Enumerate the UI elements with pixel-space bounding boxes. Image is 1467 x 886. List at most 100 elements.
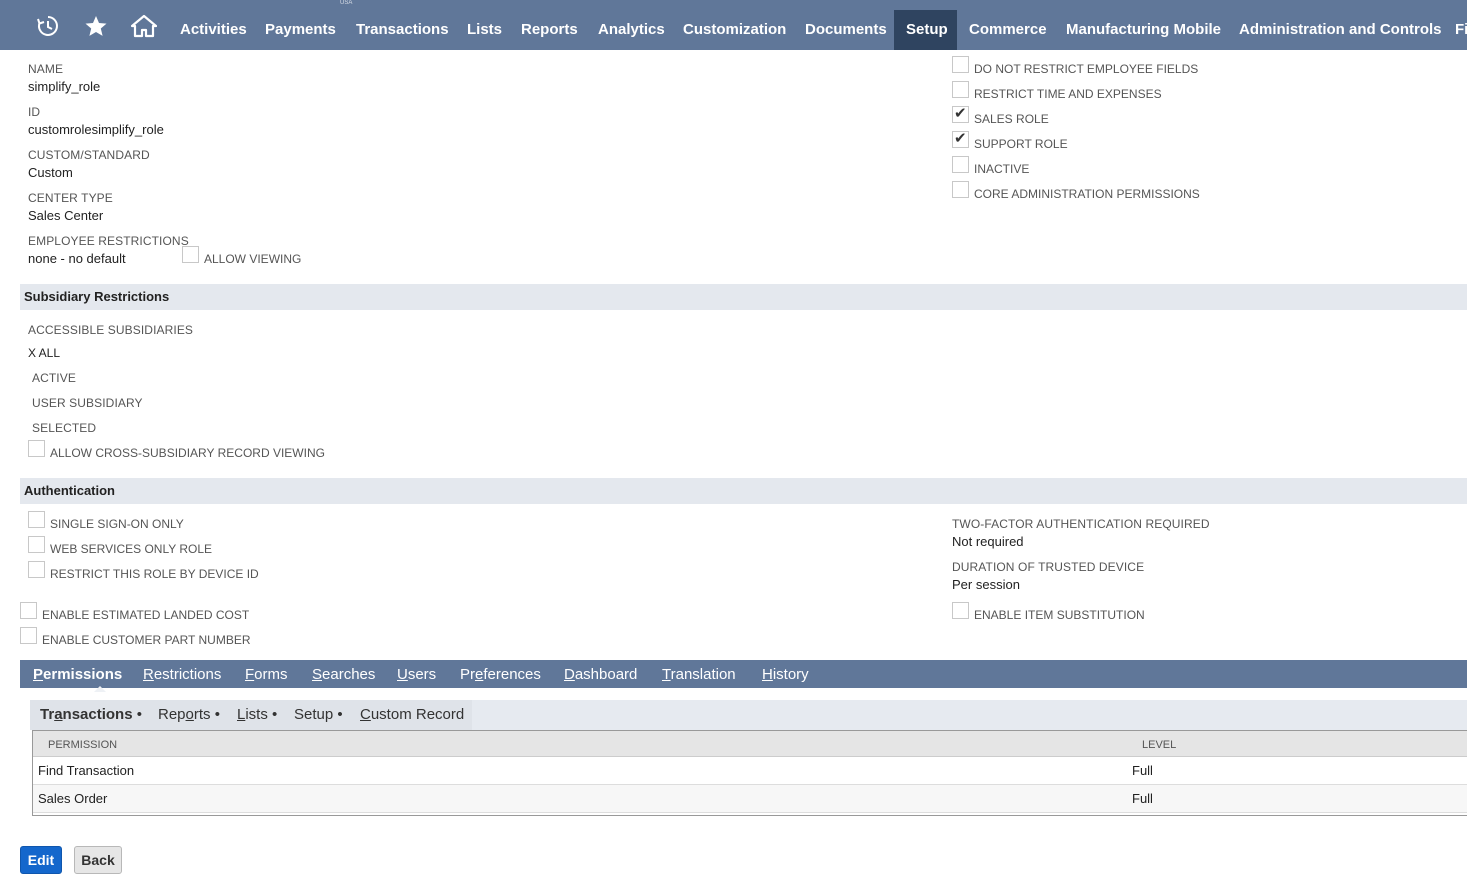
record-tab-bar: Permissions Restrictions Forms Searches … <box>20 660 1467 692</box>
nav-reports[interactable]: Reports <box>509 10 590 50</box>
tab-translation-text: ranslation <box>670 666 736 683</box>
nav-activities[interactable]: Activities <box>168 10 259 50</box>
restrict-time-and-expenses-checkbox[interactable] <box>952 81 969 98</box>
nav-overflow-item[interactable]: Fi <box>1443 10 1467 50</box>
sales-role-label: SALES ROLE <box>974 112 1049 126</box>
tab-permissions-accesskey: P <box>33 666 44 683</box>
permission-cell: Find Transaction <box>38 763 135 778</box>
subtab-reports-prefix: Rep <box>158 706 186 723</box>
subtab-transactions-text: nsactions <box>62 706 133 723</box>
allow-cross-subsidiary-checkbox[interactable] <box>28 440 45 457</box>
edit-button[interactable]: Edit <box>20 846 62 874</box>
active-tab-pointer <box>94 686 106 692</box>
subtab-custom-record-text: ustom Record <box>370 706 465 723</box>
recent-history-icon[interactable] <box>36 14 60 38</box>
tab-permissions-text: ermissions <box>43 666 123 683</box>
two-factor-value: Not required <box>952 534 1024 549</box>
allow-viewing-checkbox[interactable] <box>182 246 199 263</box>
authentication-header: Authentication <box>20 478 1467 504</box>
column-header-permission[interactable]: PERMISSION <box>48 739 117 751</box>
nav-commerce[interactable]: Commerce <box>957 10 1059 50</box>
nav-documents[interactable]: Documents <box>793 10 899 50</box>
nav-payments[interactable]: Payments <box>253 10 348 50</box>
tab-dashboard[interactable]: Dashboard <box>564 660 637 688</box>
subsidiary-option-all[interactable]: X ALL <box>28 346 60 360</box>
subsidiary-option-user-subsidiary[interactable]: USER SUBSIDIARY <box>32 396 143 410</box>
back-button[interactable]: Back <box>74 846 122 874</box>
tab-forms-text: orms <box>254 666 288 683</box>
enable-item-substitution-label: ENABLE ITEM SUBSTITUTION <box>974 608 1145 622</box>
employee-restrictions-value: none - no default <box>28 251 126 266</box>
subtab-reports[interactable]: Reports • <box>158 700 220 730</box>
tab-translation[interactable]: Translation <box>662 660 736 688</box>
support-role-checkbox[interactable] <box>952 129 969 148</box>
subtab-reports-accesskey: o <box>185 706 194 723</box>
subtab-custom-record-accesskey: C <box>360 706 371 723</box>
tab-restrictions-text: estrictions <box>153 666 222 683</box>
tab-users-text: sers <box>407 666 437 683</box>
nav-administration-and-controls[interactable]: Administration and Controls <box>1227 10 1454 50</box>
column-header-level[interactable]: LEVEL <box>1142 739 1176 751</box>
nav-lists[interactable]: Lists <box>455 10 514 50</box>
subtab-group: Transactions • Reports • Lists • Setup •… <box>30 700 472 730</box>
nav-setup[interactable]: Setup <box>894 10 957 50</box>
core-administration-permissions-checkbox[interactable] <box>952 181 969 198</box>
tab-forms-accesskey: F <box>245 666 255 683</box>
subtab-custom-record[interactable]: Custom Record <box>360 700 464 730</box>
table-row[interactable]: Sales Order Full <box>33 785 1467 813</box>
level-cell: Full <box>1132 763 1153 778</box>
web-services-only-role-checkbox[interactable] <box>28 536 45 553</box>
region-label: USA <box>340 0 353 6</box>
permission-cell: Sales Order <box>38 791 108 806</box>
tab-dashboard-accesskey: D <box>564 666 575 683</box>
nav-customization[interactable]: Customization <box>671 10 798 50</box>
permissions-table-header: PERMISSION LEVEL <box>33 731 1467 757</box>
restrict-role-by-device-id-checkbox[interactable] <box>28 561 45 578</box>
sales-role-checkbox[interactable] <box>952 104 969 123</box>
two-factor-label: TWO-FACTOR AUTHENTICATION REQUIRED <box>952 517 1210 531</box>
tab-users[interactable]: Users <box>397 660 436 688</box>
subtab-setup[interactable]: Setup • <box>294 700 343 730</box>
core-administration-permissions-label: CORE ADMINISTRATION PERMISSIONS <box>974 187 1200 201</box>
subtab-lists[interactable]: Lists • <box>237 700 277 730</box>
tab-restrictions[interactable]: Restrictions <box>143 660 221 688</box>
enable-customer-part-number-label: ENABLE CUSTOMER PART NUMBER <box>42 633 251 647</box>
center-type-label: CENTER TYPE <box>28 191 113 205</box>
tab-permissions[interactable]: Permissions <box>33 660 122 688</box>
nav-transactions[interactable]: Transactions <box>344 10 461 50</box>
tab-searches-text: earches <box>322 666 376 683</box>
tab-preferences[interactable]: Preferences <box>460 660 541 688</box>
subsidiary-option-selected[interactable]: SELECTED <box>32 421 96 435</box>
table-row[interactable]: Find Transaction Full <box>33 757 1467 785</box>
subtab-transactions-prefix: Tr <box>40 706 55 723</box>
home-icon[interactable] <box>130 14 158 38</box>
name-value: simplify_role <box>28 79 101 94</box>
tab-searches[interactable]: Searches <box>312 660 375 688</box>
allow-viewing-label: ALLOW VIEWING <box>204 252 302 266</box>
enable-estimated-landed-cost-checkbox[interactable] <box>20 602 37 619</box>
inactive-checkbox[interactable] <box>952 156 969 173</box>
trusted-device-value: Per session <box>952 577 1020 592</box>
single-sign-on-only-checkbox[interactable] <box>28 511 45 528</box>
level-cell: Full <box>1132 791 1153 806</box>
subsidiary-option-active[interactable]: ACTIVE <box>32 371 76 385</box>
enable-item-substitution-checkbox[interactable] <box>952 602 969 619</box>
trusted-device-label: DURATION OF TRUSTED DEVICE <box>952 560 1145 574</box>
inactive-label: INACTIVE <box>974 162 1030 176</box>
star-icon[interactable] <box>84 14 108 38</box>
subtab-lists-bullet: • <box>272 706 278 723</box>
enable-customer-part-number-checkbox[interactable] <box>20 627 37 644</box>
support-role-label: SUPPORT ROLE <box>974 137 1068 151</box>
nav-manufacturing-mobile[interactable]: Manufacturing Mobile <box>1054 10 1233 50</box>
subtab-reports-text: rts <box>193 706 211 723</box>
tab-forms[interactable]: Forms <box>245 660 288 688</box>
nav-analytics[interactable]: Analytics <box>586 10 677 50</box>
tab-preferences-prefix: Pr <box>460 666 475 683</box>
do-not-restrict-employee-fields-checkbox[interactable] <box>952 56 969 73</box>
subtab-transactions-accesskey: a <box>54 706 63 723</box>
tab-users-accesskey: U <box>397 666 408 683</box>
id-value: customrolesimplify_role <box>28 122 164 137</box>
subtab-transactions[interactable]: Transactions • <box>40 700 142 730</box>
tab-history-accesskey: H <box>762 666 773 683</box>
tab-history[interactable]: History <box>762 660 809 688</box>
